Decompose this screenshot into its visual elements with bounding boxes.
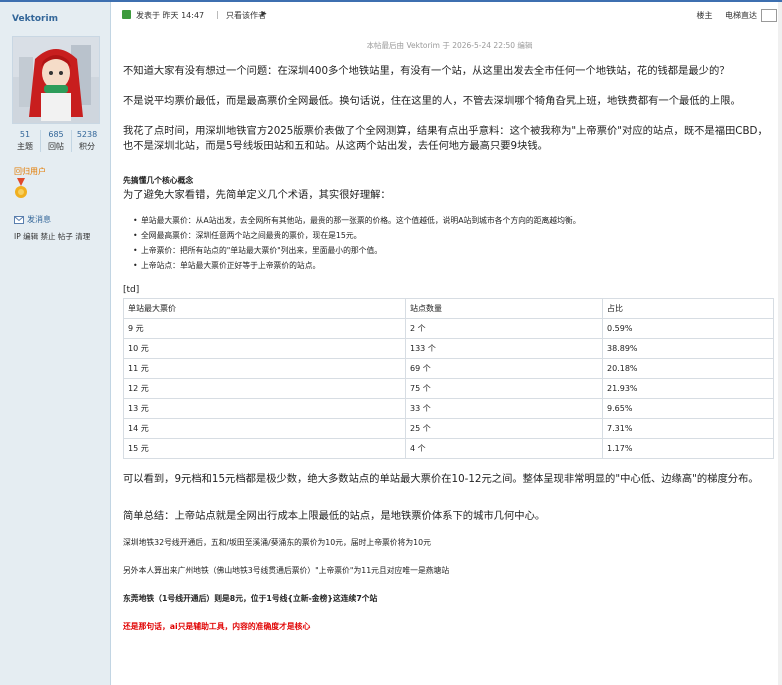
list-item: 全网最高票价：深圳任意两个站之间最贵的票价，现在是15元。 [123, 228, 775, 243]
stat-points-value: 5238 [76, 130, 98, 139]
table-row: 15 元 4 个 1.17% [123, 438, 774, 459]
table-cell: 13 元 [123, 398, 406, 419]
summary-paragraph: 简单总结：上帝站点就是全网出行成本上限最低的站点，是地铁票价体系下的城市几何中心… [123, 510, 546, 522]
stat-threads-label: 主题 [17, 142, 33, 151]
stat-points-label: 积分 [79, 142, 95, 151]
user-group-label[interactable]: 回归用户 [14, 166, 46, 177]
stat-threads-value: 51 [19, 130, 31, 139]
list-item: 上帝票价：把所有站点的"单站最大票价"列出来，里面最小的那个值。 [123, 243, 775, 258]
table-cell: 7.31% [602, 418, 774, 439]
admin-links[interactable]: IP 编辑 禁止 帖子 清理 [14, 231, 90, 242]
table-cell: 9 元 [123, 318, 406, 339]
terms-list: 单站最大票价：从A站出发，去全网所有其他站，最贵的那一张票的价格。这个值越低，说… [123, 213, 775, 273]
stat-threads[interactable]: 51 主题 [10, 130, 41, 152]
fare-table: 单站最大票价 站点数量 占比 9 元 2 个 0.59% 10 元 133 个 … [123, 298, 774, 459]
list-item: 单站最大票价：从A站出发，去全网所有其他站，最贵的那一张票的价格。这个值越低，说… [123, 213, 775, 228]
note-ai-disclaimer: 还是那句话，ai只是辅助工具，内容的准确度才是核心 [123, 622, 311, 631]
send-message-label: 发消息 [27, 215, 51, 224]
table-header-cell: 占比 [602, 298, 774, 319]
table-cell: 14 元 [123, 418, 406, 439]
note-guangzhou: 另外本人算出来广州地铁（佛山地铁3号线贯通后票价）"上帝票价"为11元且对应唯一… [123, 566, 450, 575]
table-row: 12 元 75 个 21.93% [123, 378, 774, 399]
author-name-link[interactable]: Vektorim [12, 14, 58, 24]
stat-replies-label: 回帖 [48, 142, 64, 151]
table-cell: 0.59% [602, 318, 774, 339]
avatar[interactable] [12, 36, 100, 124]
post-header-bar: 发表于 昨天 14:47 | 只看该作者 ▶ 楼主 电梯直达 [122, 9, 777, 24]
view-author-only-link[interactable]: 只看该作者 [226, 10, 266, 21]
table-cell: 15 元 [123, 438, 406, 459]
list-item: 上帝站点：单站最大票价正好等于上帝票价的站点。 [123, 258, 775, 273]
table-cell: 10 元 [123, 338, 406, 359]
envelope-icon [14, 215, 24, 224]
edit-note: 本帖最后由 Vektorim 于 2026-5-24 22:50 编辑 [366, 41, 533, 50]
direct-link-button[interactable]: 电梯直达 [725, 11, 757, 20]
online-status-icon [122, 10, 131, 19]
note-shenzhen: 深圳地铁32号线开通后，五和/坂田至溪涌/葵涌东的票价为10元，届时上帝票价将为… [123, 538, 431, 547]
table-cell: 9.65% [602, 398, 774, 419]
top-accent-line [0, 0, 782, 2]
table-cell: 21.93% [602, 378, 774, 399]
concept-title: 先搞懂几个核心概念 [123, 176, 194, 185]
chevron-right-icon: ▶ [262, 10, 267, 17]
page-scrollbar[interactable] [778, 2, 782, 685]
analysis-paragraph: 可以看到，9元档和15元档都是极少数，绝大多数站点的单站最大票价在10-12元之… [123, 473, 759, 485]
table-cell: 38.89% [602, 338, 774, 359]
table-row: 9 元 2 个 0.59% [123, 318, 774, 339]
table-cell: 33 个 [405, 398, 603, 419]
stat-points[interactable]: 5238 积分 [72, 130, 102, 152]
separator: | [216, 10, 219, 19]
td-tag: [td] [123, 285, 140, 295]
paragraph-3: 我花了点时间，用深圳地铁官方2025版票价表做了个全网测算，结果有点出乎意料：这… [123, 125, 768, 152]
table-cell: 1.17% [602, 438, 774, 459]
table-cell: 11 元 [123, 358, 406, 379]
floor-label: 楼主 [696, 11, 713, 20]
concept-intro: 为了避免大家看错，先简单定义几个术语，其实很好理解： [123, 189, 391, 201]
stat-replies[interactable]: 685 回帖 [41, 130, 72, 152]
table-cell: 4 个 [405, 438, 603, 459]
table-cell: 20.18% [602, 358, 774, 379]
post-right-links: 楼主 电梯直达 [686, 10, 757, 21]
table-header-cell: 站点数量 [405, 298, 603, 319]
table-cell: 133 个 [405, 338, 603, 359]
post-content: 不知道大家有没有想过一个问题：在深圳400多个地铁站里，有没有一个站，从这里出发… [123, 64, 775, 632]
note-dongguan: 东莞地铁（1号线开通后）则是8元，位于1号线{立新-金榜}这连续7个站 [123, 594, 378, 603]
table-header-row: 单站最大票价 站点数量 占比 [123, 298, 774, 319]
floor-jump-input[interactable] [761, 9, 777, 22]
author-stats: 51 主题 685 回帖 5238 积分 [10, 130, 102, 152]
stat-replies-value: 685 [48, 130, 64, 139]
send-message-link[interactable]: 发消息 [14, 214, 51, 225]
table-row: 14 元 25 个 7.31% [123, 418, 774, 439]
author-sidebar: Vektorim 51 主题 685 回帖 5238 积分 回归用户 发消息 I… [0, 2, 111, 685]
table-row: 10 元 133 个 38.89% [123, 338, 774, 359]
post-time: 发表于 昨天 14:47 [136, 11, 205, 20]
paragraph-2: 不是说平均票价最低，而是最高票价全网最低。换句话说，住在这里的人，不管去深圳哪个… [123, 95, 741, 107]
table-cell: 25 个 [405, 418, 603, 439]
paragraph-1: 不知道大家有没有想过一个问题：在深圳400多个地铁站里，有没有一个站，从这里出发… [123, 65, 730, 77]
table-cell: 75 个 [405, 378, 603, 399]
table-row: 11 元 69 个 20.18% [123, 358, 774, 379]
table-header-cell: 单站最大票价 [123, 298, 406, 319]
table-cell: 2 个 [405, 318, 603, 339]
table-cell: 12 元 [123, 378, 406, 399]
medal-icon [14, 178, 28, 204]
table-cell: 69 个 [405, 358, 603, 379]
table-row: 13 元 33 个 9.65% [123, 398, 774, 419]
